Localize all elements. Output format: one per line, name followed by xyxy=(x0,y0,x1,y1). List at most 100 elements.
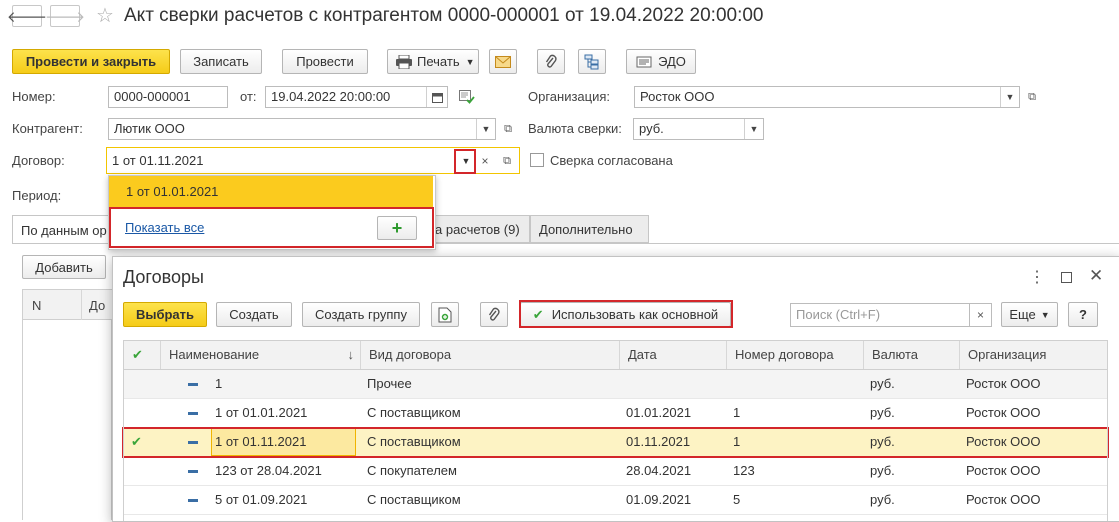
edo-icon xyxy=(636,56,652,67)
row-name: 1 xyxy=(215,376,223,391)
organization-open-icon[interactable]: ⧉ xyxy=(1023,86,1041,108)
currency-field[interactable]: руб. ▼ xyxy=(633,118,764,140)
edo-button[interactable]: ЭДО xyxy=(626,49,696,74)
envelope-icon xyxy=(495,55,511,68)
item-icon xyxy=(188,412,198,415)
search-input[interactable]: Поиск (Ctrl+F) xyxy=(790,303,970,327)
row-number: 1 xyxy=(733,405,741,420)
search-clear-icon[interactable]: × xyxy=(970,303,992,327)
contract-label: Договор: xyxy=(12,153,65,168)
contracts-table-header: ✔ Наименование ↓ Вид договора Дата Номер… xyxy=(123,340,1108,370)
column-currency[interactable]: Валюта xyxy=(863,341,959,369)
row-kind: С поставщиком xyxy=(367,405,461,420)
date-field[interactable]: 19.04.2022 20:00:00 xyxy=(265,86,448,108)
contract-value: 1 от 01.11.2021 xyxy=(112,153,204,168)
row-number: 5 xyxy=(733,492,741,507)
item-icon xyxy=(188,470,198,473)
hierarchy-icon xyxy=(584,54,599,69)
dropdown-item[interactable]: 1 от 01.01.2021 xyxy=(109,176,433,207)
organization-field[interactable]: Росток ООО ▼ xyxy=(634,86,1020,108)
clear-icon[interactable]: × xyxy=(478,152,492,170)
column-date[interactable]: Дата xyxy=(619,341,726,369)
counterparty-open-icon[interactable]: ⧉ xyxy=(499,118,517,140)
currency-dropdown-icon[interactable]: ▼ xyxy=(744,119,763,139)
more-vertical-icon[interactable]: ⋮ xyxy=(1029,267,1045,287)
chevron-down-icon: ▼ xyxy=(465,56,475,67)
back-button[interactable]: 🡐 xyxy=(7,5,47,27)
tab-calculations[interactable]: а расчетов (9) xyxy=(424,215,530,243)
dialog-attach-button[interactable] xyxy=(480,302,508,327)
post-and-close-button[interactable]: Провести и закрыть xyxy=(12,49,170,74)
favorite-star-icon[interactable]: ☆ xyxy=(96,3,114,28)
header-check-icon[interactable]: ✔ xyxy=(124,341,160,369)
organization-dropdown-icon[interactable]: ▼ xyxy=(1000,87,1019,107)
contract-open-icon[interactable]: ⧉ xyxy=(498,152,516,170)
column-organization[interactable]: Организация xyxy=(959,341,1107,369)
tab-by-data[interactable]: По данным ор xyxy=(12,215,112,244)
sort-desc-icon: ↓ xyxy=(347,347,355,362)
table-row[interactable]: 123 от 28.04.2021 С покупателем 28.04.20… xyxy=(123,457,1108,486)
row-currency: руб. xyxy=(870,492,895,507)
counterparty-label: Контрагент: xyxy=(12,121,83,136)
row-kind: С покупателем xyxy=(367,463,457,478)
document-check-icon[interactable] xyxy=(459,90,475,107)
save-button[interactable]: Записать xyxy=(180,49,262,74)
background-table: N До xyxy=(22,289,113,520)
period-label: Период: xyxy=(12,188,62,203)
print-label: Печать xyxy=(417,54,460,69)
more-button[interactable]: Еще ▼ xyxy=(1001,302,1058,327)
row-date: 28.04.2021 xyxy=(626,463,692,478)
row-currency: руб. xyxy=(870,405,895,420)
row-org: Росток ООО xyxy=(966,376,1041,391)
agreed-checkbox[interactable] xyxy=(530,153,544,167)
arrow-left-icon: 🡐 xyxy=(6,8,48,26)
column-name[interactable]: Наименование ↓ xyxy=(160,341,360,369)
row-currency: руб. xyxy=(870,463,895,478)
maximize-icon[interactable] xyxy=(1061,272,1072,283)
counterparty-field[interactable]: Лютик ООО ▼ xyxy=(108,118,496,140)
row-currency: руб. xyxy=(870,376,895,391)
calendar-icon[interactable] xyxy=(426,87,447,107)
column-n: N xyxy=(32,298,42,313)
tab-additional[interactable]: Дополнительно xyxy=(530,215,649,243)
date-value: 19.04.2022 20:00:00 xyxy=(271,89,391,104)
add-document-icon xyxy=(438,307,452,322)
create-group-button[interactable]: Создать группу xyxy=(302,302,420,327)
counterparty-dropdown-icon[interactable]: ▼ xyxy=(476,119,495,139)
chevron-down-icon: ▼ xyxy=(1040,309,1050,320)
structure-button[interactable] xyxy=(578,49,606,74)
table-row[interactable]: 1 Прочее руб. Росток ООО xyxy=(123,370,1108,399)
row-name: 5 от 01.09.2021 xyxy=(215,492,308,507)
column-number[interactable]: Номер договора xyxy=(726,341,863,369)
number-label: Номер: xyxy=(12,89,56,104)
forward-button[interactable]: 🡒 xyxy=(45,5,85,27)
table-row[interactable]: 1 от 01.01.2021 С поставщиком 01.01.2021… xyxy=(123,399,1108,428)
counterparty-value: Лютик ООО xyxy=(114,121,185,136)
row-date: 01.01.2021 xyxy=(626,405,692,420)
add-button[interactable]: Добавить xyxy=(22,255,106,279)
select-button[interactable]: Выбрать xyxy=(123,302,207,327)
table-row[interactable]: 5 от 01.09.2021 С поставщиком 01.09.2021… xyxy=(123,486,1108,515)
organization-value: Росток ООО xyxy=(640,89,715,104)
paperclip-icon xyxy=(488,307,500,321)
column-kind[interactable]: Вид договора xyxy=(360,341,619,369)
post-button[interactable]: Провести xyxy=(282,49,368,74)
row-kind: С поставщиком xyxy=(367,492,461,507)
email-button[interactable] xyxy=(489,49,517,74)
highlight-use-as-main-frame xyxy=(519,300,733,328)
agreed-label: Сверка согласована xyxy=(550,153,673,168)
attach-file-button[interactable] xyxy=(537,49,565,74)
column-separator xyxy=(81,290,82,320)
currency-value: руб. xyxy=(639,121,664,136)
highlight-show-all-frame xyxy=(109,207,434,248)
more-label: Еще xyxy=(1009,307,1036,322)
close-icon[interactable]: ✕ xyxy=(1089,266,1103,286)
help-button[interactable]: ? xyxy=(1068,302,1098,327)
number-field[interactable]: 0000-000001 xyxy=(108,86,228,108)
table-right-border xyxy=(1107,370,1108,521)
row-org: Росток ООО xyxy=(966,405,1041,420)
copy-button[interactable] xyxy=(431,302,459,327)
print-button[interactable]: Печать ▼ xyxy=(387,49,479,74)
create-button[interactable]: Создать xyxy=(216,302,292,327)
row-org: Росток ООО xyxy=(966,492,1041,507)
